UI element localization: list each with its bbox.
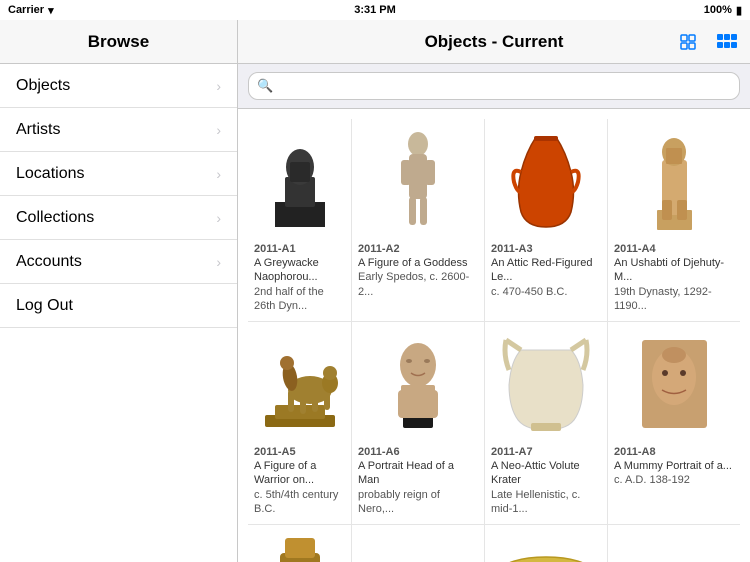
chevron-icon: › bbox=[216, 254, 221, 270]
object-title-label: A Neo-Attic Volute Krater bbox=[491, 459, 601, 488]
sidebar-item-objects[interactable]: Objects › bbox=[0, 64, 237, 108]
battery-icon: ▮ bbox=[736, 4, 742, 17]
object-image-2011-A5 bbox=[254, 330, 345, 440]
object-id-label: 2011-A6 bbox=[358, 446, 400, 458]
object-image-2011-A7 bbox=[491, 330, 601, 440]
sidebar-item-collections[interactable]: Collections › bbox=[0, 196, 237, 240]
nav-bar: Browse Objects - Current bbox=[0, 20, 750, 64]
object-image-2011-A12 bbox=[614, 533, 734, 562]
object-id-label: 2011-A3 bbox=[491, 243, 533, 255]
object-id-label: 2011-A1 bbox=[254, 243, 296, 255]
search-bar-container: 🔍 bbox=[238, 64, 750, 109]
object-cell-2011-A6[interactable]: 2011-A6A Portrait Head of a Manprobably … bbox=[352, 322, 485, 525]
status-right: 100% ▮ bbox=[704, 4, 742, 17]
object-title-label: A Figure of a Warrior on... bbox=[254, 459, 345, 488]
chevron-icon: › bbox=[216, 78, 221, 94]
object-title-label: An Ushabti of Djehuty-M... bbox=[614, 256, 734, 285]
object-title-label: A Figure of a Goddess bbox=[358, 256, 467, 270]
object-image-2011-A8 bbox=[614, 330, 734, 440]
object-cell-2011-A1[interactable]: 2011-A1A Greywacke Naophorou...2nd half … bbox=[248, 119, 352, 322]
chevron-icon: › bbox=[216, 166, 221, 182]
sidebar-label-locations: Locations bbox=[16, 165, 85, 183]
status-time: 3:31 PM bbox=[354, 4, 396, 16]
object-id-label: 2011-A5 bbox=[254, 446, 296, 458]
search-icon: 🔍 bbox=[257, 78, 273, 94]
object-date-label: Early Spedos, c. 2600-2... bbox=[358, 270, 478, 299]
object-image-2011-A6 bbox=[358, 330, 478, 440]
sidebar-item-artists[interactable]: Artists › bbox=[0, 108, 237, 152]
object-image-2011-A9 bbox=[254, 533, 345, 562]
object-cell-2011-A5[interactable]: 2011-A5A Figure of a Warrior on...c. 5th… bbox=[248, 322, 352, 525]
object-image-2011-A11 bbox=[491, 533, 601, 562]
sidebar-item-accounts[interactable]: Accounts › bbox=[0, 240, 237, 284]
object-title-label: A Portrait Head of a Man bbox=[358, 459, 478, 488]
nav-actions bbox=[674, 28, 742, 56]
object-image-2011-A4 bbox=[614, 127, 734, 237]
object-image-2011-A10 bbox=[358, 533, 478, 562]
edit-button[interactable] bbox=[674, 28, 702, 56]
wifi-icon: ▾ bbox=[48, 4, 54, 17]
sidebar: Objects›Artists›Locations›Collections›Ac… bbox=[0, 64, 238, 562]
object-title-label: An Attic Red-Figured Le... bbox=[491, 256, 601, 285]
sidebar-label-objects: Objects bbox=[16, 77, 70, 95]
search-input[interactable] bbox=[279, 78, 731, 94]
object-image-2011-A3 bbox=[491, 127, 601, 237]
object-cell-2011-A11[interactable]: 2011-A11 bbox=[485, 525, 608, 562]
search-bar: 🔍 bbox=[248, 72, 740, 100]
sidebar-label-collections: Collections bbox=[16, 209, 94, 227]
object-cell-2011-A3[interactable]: 2011-A3An Attic Red-Figured Le...c. 470-… bbox=[485, 119, 608, 322]
sidebar-item-logout[interactable]: Log Out bbox=[0, 284, 237, 328]
object-date-label: 2nd half of the 26th Dyn... bbox=[254, 285, 345, 314]
sidebar-label-logout: Log Out bbox=[16, 297, 73, 315]
object-id-label: 2011-A7 bbox=[491, 446, 533, 458]
chevron-icon: › bbox=[216, 210, 221, 226]
object-date-label: 19th Dynasty, 1292-1190... bbox=[614, 285, 734, 314]
object-cell-2011-A4[interactable]: 2011-A4An Ushabti of Djehuty-M...19th Dy… bbox=[608, 119, 740, 322]
object-date-label: c. 5th/4th century B.C. bbox=[254, 488, 345, 517]
chevron-icon: › bbox=[216, 122, 221, 138]
carrier-label: Carrier bbox=[8, 4, 44, 16]
status-bar: Carrier ▾ 3:31 PM 100% ▮ bbox=[0, 0, 750, 20]
main-layout: Objects›Artists›Locations›Collections›Ac… bbox=[0, 64, 750, 562]
content-area: 🔍 2011-A1A Greywacke Naophorou...2nd hal… bbox=[238, 64, 750, 562]
object-cell-2011-A2[interactable]: 2011-A2A Figure of a GoddessEarly Spedos… bbox=[352, 119, 485, 322]
browse-title: Browse bbox=[0, 20, 238, 63]
status-left: Carrier ▾ bbox=[8, 4, 54, 17]
object-cell-2011-A8[interactable]: 2011-A8A Mummy Portrait of a...c. A.D. 1… bbox=[608, 322, 740, 525]
sidebar-label-artists: Artists bbox=[16, 121, 60, 139]
object-id-label: 2011-A8 bbox=[614, 446, 656, 458]
grid-view-button[interactable] bbox=[712, 28, 742, 56]
object-date-label: probably reign of Nero,... bbox=[358, 488, 478, 517]
nav-main-area: Objects - Current bbox=[238, 20, 750, 63]
object-cell-2011-A12[interactable]: 2011-A12 bbox=[608, 525, 740, 562]
battery-label: 100% bbox=[704, 4, 732, 16]
object-title-label: A Greywacke Naophorou... bbox=[254, 256, 345, 285]
object-date-label: c. 470-450 B.C. bbox=[491, 285, 567, 299]
object-cell-2011-A7[interactable]: 2011-A7A Neo-Attic Volute KraterLate Hel… bbox=[485, 322, 608, 525]
main-title: Objects - Current bbox=[425, 32, 564, 52]
object-date-label: c. A.D. 138-192 bbox=[614, 473, 690, 487]
object-id-label: 2011-A2 bbox=[358, 243, 400, 255]
object-cell-2011-A9[interactable]: 2011-A9 bbox=[248, 525, 352, 562]
object-id-label: 2011-A4 bbox=[614, 243, 656, 255]
object-image-2011-A1 bbox=[254, 127, 345, 237]
sidebar-item-locations[interactable]: Locations › bbox=[0, 152, 237, 196]
object-date-label: Late Hellenistic, c. mid-1... bbox=[491, 488, 601, 517]
object-title-label: A Mummy Portrait of a... bbox=[614, 459, 732, 473]
sidebar-label-accounts: Accounts bbox=[16, 253, 82, 271]
object-image-2011-A2 bbox=[358, 127, 478, 237]
objects-grid: 2011-A1A Greywacke Naophorou...2nd half … bbox=[238, 109, 750, 562]
object-cell-2011-A10[interactable]: 2011-A10 bbox=[352, 525, 485, 562]
